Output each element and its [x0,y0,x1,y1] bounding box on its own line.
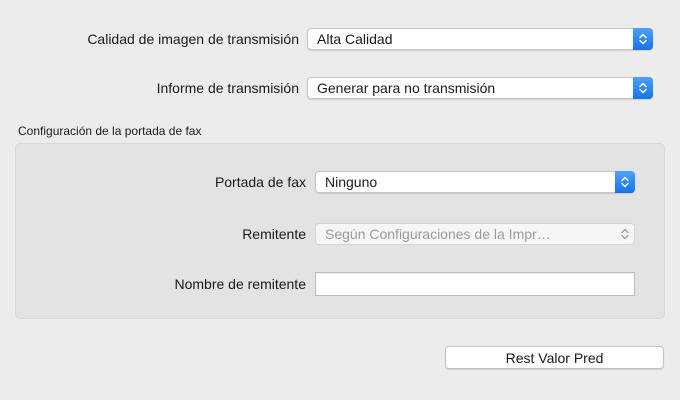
transmission-quality-popup[interactable]: Alta Calidad [307,28,653,50]
popup-arrows-icon [615,223,635,245]
sender-popup[interactable]: Según Configuraciones de la Impr… [315,223,635,245]
cover-page-label: Portada de fax [214,174,306,190]
sender-value: Según Configuraciones de la Impr… [325,226,551,242]
transmission-quality-row: Calidad de imagen de transmisión Alta Ca… [0,28,653,50]
cover-page-value: Ninguno [325,174,378,190]
sender-label: Remitente [242,226,306,242]
cover-page-row: Portada de fax Ninguno [0,171,635,193]
transmission-report-row: Informe de transmisión Generar para no t… [0,77,653,99]
sender-name-field[interactable] [315,272,635,296]
transmission-quality-value: Alta Calidad [317,31,393,47]
fax-settings-panel: Calidad de imagen de transmisión Alta Ca… [0,0,680,400]
popup-arrows-icon [633,28,653,50]
cover-page-popup[interactable]: Ninguno [315,171,635,193]
transmission-report-label: Informe de transmisión [156,80,299,96]
transmission-report-popup[interactable]: Generar para no transmisión [307,77,653,99]
popup-arrows-icon [615,171,635,193]
transmission-quality-label: Calidad de imagen de transmisión [87,31,299,47]
sender-name-row: Nombre de remitente [0,272,635,296]
popup-arrows-icon [633,77,653,99]
cover-page-section-title: Configuración de la portada de fax [18,124,202,138]
reset-defaults-button[interactable]: Rest Valor Pred [445,346,664,369]
transmission-report-value: Generar para no transmisión [317,80,496,96]
sender-row: Remitente Según Configuraciones de la Im… [0,223,635,245]
sender-name-label: Nombre de remitente [174,276,306,292]
